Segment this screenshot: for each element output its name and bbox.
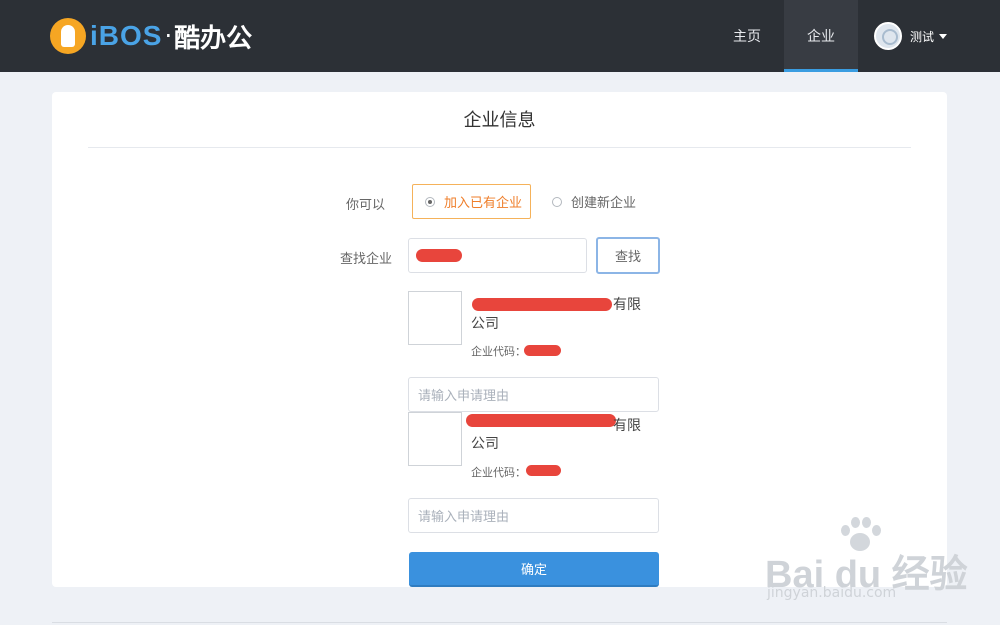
company-logo-placeholder bbox=[408, 412, 462, 466]
option-create-enterprise[interactable]: 创建新企业 bbox=[552, 184, 636, 219]
redacted-company-name bbox=[472, 298, 612, 311]
radio-checked-icon bbox=[425, 196, 435, 207]
apply-reason-input[interactable]: 请输入申请理由 bbox=[408, 377, 659, 412]
option-join-label: 加入已有企业 bbox=[444, 196, 523, 211]
logo-separator: · bbox=[164, 22, 173, 50]
nav-item-home[interactable]: 主页 bbox=[712, 0, 782, 72]
option-create-label: 创建新企业 bbox=[571, 196, 637, 211]
company-logo-placeholder bbox=[408, 291, 462, 345]
company-name-line2: 公司 bbox=[471, 436, 499, 452]
user-name: 测试 bbox=[910, 29, 935, 44]
redacted-search-text bbox=[416, 249, 462, 262]
caret-down-icon bbox=[939, 33, 948, 39]
option-join-enterprise[interactable]: 加入已有企业 bbox=[412, 184, 531, 219]
user-menu[interactable]: 测试 bbox=[874, 20, 948, 52]
nav-item-enterprise[interactable]: 企业 bbox=[784, 0, 858, 72]
enterprise-card: 企业信息 你可以 加入已有企业 创建新企业 查找企业 查找 有限 公司 企业代码… bbox=[52, 92, 947, 587]
redacted-company-code bbox=[524, 345, 561, 356]
redacted-company-name bbox=[466, 414, 616, 427]
top-navbar: iBOS · 酷办公 主页 企业 测试 bbox=[0, 0, 1000, 72]
confirm-button[interactable]: 确定 bbox=[409, 552, 659, 587]
company-code-label: 企业代码： bbox=[471, 345, 526, 358]
company-code-label: 企业代码： bbox=[471, 466, 526, 479]
logo-mark-icon bbox=[50, 18, 86, 54]
apply-reason-input[interactable]: 请输入申请理由 bbox=[408, 498, 659, 533]
avatar bbox=[874, 22, 902, 50]
company-name-suffix: 有限 bbox=[613, 297, 641, 313]
redacted-company-code bbox=[526, 465, 561, 476]
title-divider bbox=[88, 147, 911, 148]
apply-reason-placeholder: 请输入申请理由 bbox=[418, 510, 510, 525]
page-title: 企业信息 bbox=[463, 110, 536, 131]
apply-reason-placeholder: 请输入申请理由 bbox=[418, 389, 510, 404]
logo-brand-text: iBOS bbox=[90, 20, 163, 51]
radio-unchecked-icon bbox=[552, 196, 562, 207]
search-button[interactable]: 查找 bbox=[596, 237, 660, 274]
search-input[interactable] bbox=[408, 238, 587, 273]
logo-cn-text: 酷办公 bbox=[174, 23, 253, 54]
search-label: 查找企业 bbox=[340, 252, 393, 267]
watermark-url-text: jingyan.baidu.com bbox=[767, 585, 897, 601]
footer-divider bbox=[52, 622, 947, 623]
company-name-suffix: 有限 bbox=[613, 418, 641, 434]
choice-label: 你可以 bbox=[346, 198, 386, 213]
ibos-logo[interactable]: iBOS · 酷办公 bbox=[50, 16, 252, 56]
company-name-line2: 公司 bbox=[471, 316, 499, 332]
